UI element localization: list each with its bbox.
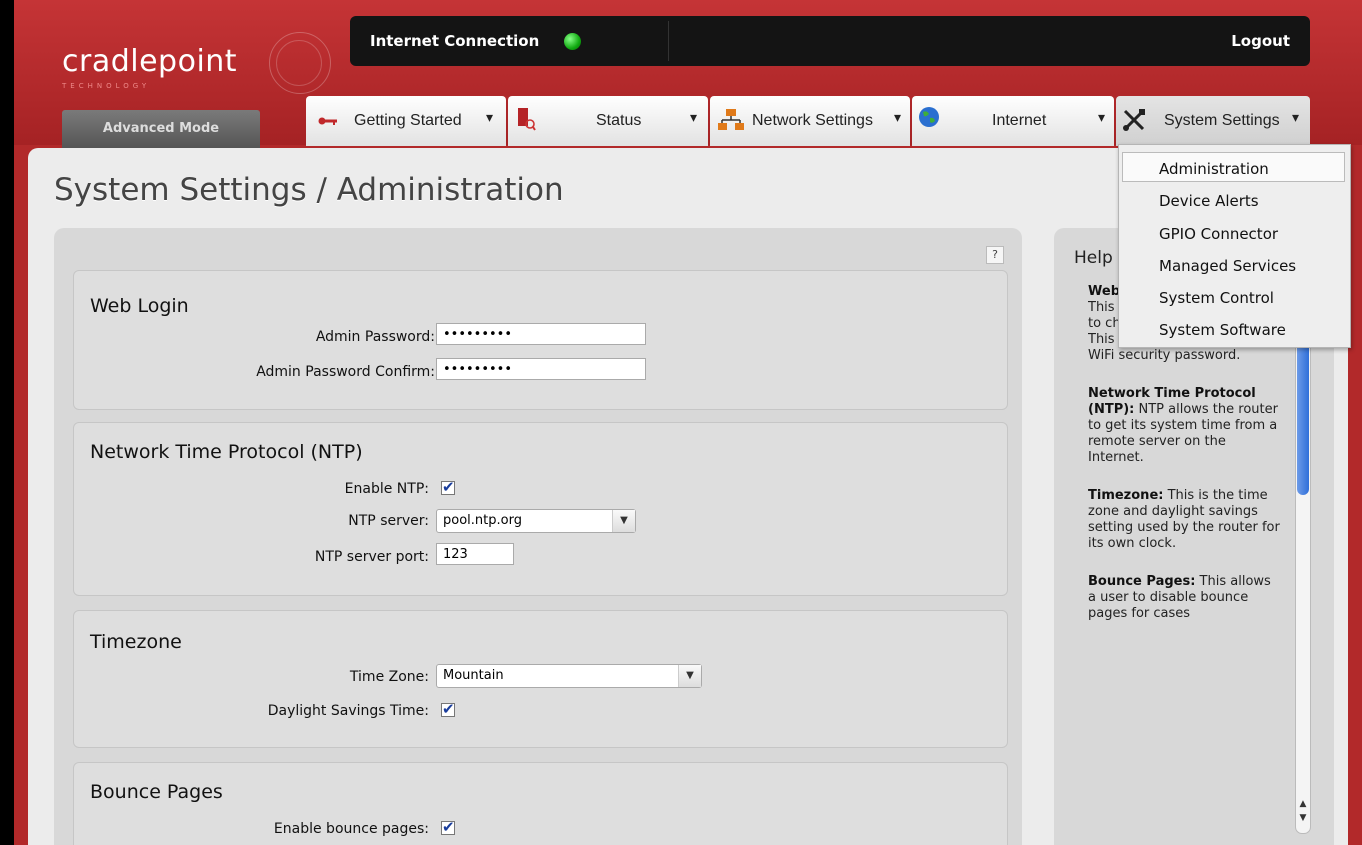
globe-icon [918, 106, 940, 132]
settings-panel: ? Web Login Admin Password: Admin Passwo… [54, 228, 1022, 845]
menu-item-gpio-connector[interactable]: GPIO Connector [1159, 225, 1278, 243]
network-icon [718, 108, 744, 136]
internet-connection-label: Internet Connection [370, 32, 540, 50]
enable-ntp-checkbox[interactable] [441, 478, 455, 496]
admin-password-confirm-field[interactable] [436, 358, 646, 380]
help-text: Web passw admir password. This password … [1088, 284, 1280, 842]
nav-getting-started[interactable]: Getting Started ▾ [306, 96, 506, 146]
help-button[interactable]: ? [986, 246, 1004, 264]
chevron-down-icon: ▼ [678, 665, 701, 687]
menu-item-administration[interactable]: Administration [1159, 160, 1269, 178]
enable-bounce-pages-label: Enable bounce pages: [273, 821, 429, 837]
daylight-savings-label: Daylight Savings Time: [267, 703, 429, 719]
ntp-server-select[interactable]: pool.ntp.org ▼ [436, 509, 636, 533]
cradlepoint-logo: cradlepoint [62, 44, 238, 79]
web-login-title: Web Login [90, 295, 189, 317]
ntp-server-port-field[interactable] [436, 543, 514, 565]
logout-link[interactable]: Logout [1231, 32, 1290, 50]
menu-item-system-control[interactable]: System Control [1159, 289, 1274, 307]
menu-item-system-software[interactable]: System Software [1159, 321, 1286, 339]
tools-icon [1122, 108, 1146, 136]
key-icon [318, 112, 338, 131]
logo-subtitle: TECHNOLOGY [62, 82, 151, 90]
ntp-section: Network Time Protocol (NTP) Enable NTP: … [73, 422, 1008, 596]
chevron-down-icon: ▾ [486, 110, 494, 126]
ntp-server-label: NTP server: [348, 513, 429, 529]
advanced-mode-tab[interactable]: Advanced Mode [62, 110, 260, 148]
nav-status[interactable]: Status ▾ [508, 96, 708, 146]
ntp-title: Network Time Protocol (NTP) [90, 441, 363, 463]
header: cradlepoint TECHNOLOGY Internet Connecti… [14, 0, 1362, 148]
menu-item-device-alerts[interactable]: Device Alerts [1159, 192, 1259, 210]
chevron-down-icon: ▾ [690, 110, 698, 126]
status-bar: Internet Connection Logout [350, 16, 1310, 66]
nav-internet-label: Internet [992, 112, 1047, 129]
nav-status-label: Status [596, 112, 642, 129]
admin-password-confirm-label: Admin Password Confirm: [256, 364, 435, 380]
system-settings-dropdown-menu: Administration Device Alerts GPIO Connec… [1118, 144, 1351, 348]
ntp-server-value: pool.ntp.org [443, 513, 522, 528]
help-paragraph: Network Time Protocol (NTP): NTP allows … [1088, 386, 1278, 465]
status-bar-divider [668, 21, 669, 61]
admin-password-field[interactable] [436, 323, 646, 345]
status-report-icon [516, 106, 536, 136]
web-login-section: Web Login Admin Password: Admin Password… [73, 270, 1008, 410]
bounce-pages-section: Bounce Pages Enable bounce pages: [73, 762, 1008, 845]
chevron-down-icon: ▾ [1292, 110, 1300, 126]
chevron-down-icon: ▾ [894, 110, 902, 126]
chevron-down-icon: ▼ [612, 510, 635, 532]
connection-status-led-icon [564, 33, 581, 50]
help-scrollbar[interactable]: ▲ ▼ [1295, 286, 1311, 834]
time-zone-value: Mountain [443, 668, 504, 683]
help-paragraph: Bounce Pages: This allows a user to disa… [1088, 574, 1271, 621]
enable-ntp-label: Enable NTP: [344, 481, 429, 497]
enable-bounce-pages-checkbox[interactable] [441, 818, 455, 836]
ntp-server-port-label: NTP server port: [314, 549, 429, 565]
help-title: Help [1074, 248, 1113, 268]
nav-internet[interactable]: Internet ▾ [912, 96, 1114, 146]
nav-system-settings[interactable]: System Settings ▾ [1116, 96, 1310, 146]
nav-network-settings[interactable]: Network Settings ▾ [710, 96, 910, 146]
help-paragraph: Timezone: This is the time zone and dayl… [1088, 488, 1280, 551]
timezone-section: Timezone Time Zone: Mountain ▼ Daylight … [73, 610, 1008, 748]
scroll-up-arrow-icon[interactable]: ▲ [1296, 799, 1310, 809]
menu-item-managed-services[interactable]: Managed Services [1159, 257, 1296, 275]
nav-system-settings-label: System Settings [1164, 112, 1280, 129]
chevron-down-icon: ▾ [1098, 110, 1106, 126]
scroll-down-arrow-icon[interactable]: ▼ [1296, 813, 1310, 823]
logo-arc-decoration-inner [276, 40, 322, 86]
daylight-savings-checkbox[interactable] [441, 700, 455, 718]
timezone-title: Timezone [90, 631, 182, 653]
time-zone-label: Time Zone: [349, 669, 429, 685]
page-title: System Settings / Administration [54, 172, 564, 208]
time-zone-select[interactable]: Mountain ▼ [436, 664, 702, 688]
nav-network-settings-label: Network Settings [752, 112, 873, 129]
admin-password-label: Admin Password: [315, 329, 435, 345]
browser-frame: cradlepoint TECHNOLOGY Internet Connecti… [14, 0, 1362, 845]
nav-getting-started-label: Getting Started [354, 112, 462, 129]
bounce-pages-title: Bounce Pages [90, 781, 223, 803]
